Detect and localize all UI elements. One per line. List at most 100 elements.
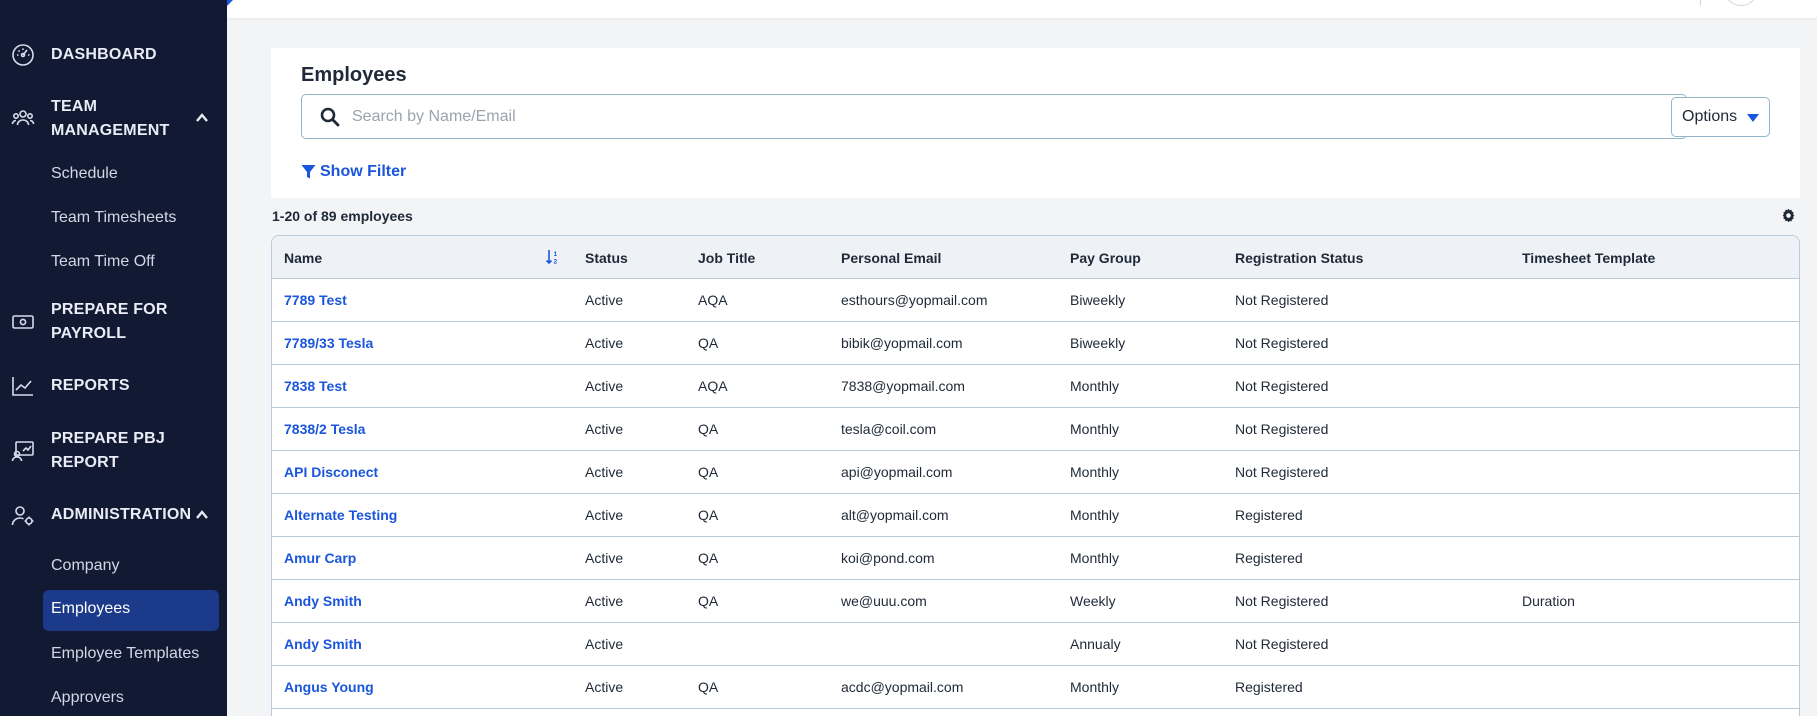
cell-name[interactable]: Andy Smith — [284, 636, 362, 652]
cell-name[interactable]: 7789 Test — [284, 292, 347, 308]
sort-icon[interactable]: 12 — [545, 249, 560, 266]
options-button[interactable]: Options — [1671, 97, 1770, 137]
cell-personal-email: we@uuu.com — [841, 593, 927, 609]
nav-prepare-for-payroll[interactable]: PREPARE FOR PAYROLL — [0, 298, 227, 346]
column-header-status[interactable]: Status — [585, 250, 628, 266]
svg-text:1: 1 — [554, 251, 558, 258]
nav-approvers[interactable]: Approvers — [51, 688, 124, 708]
cell-name[interactable]: API Disconect — [284, 464, 378, 480]
employees-table: Name 12 Status Job Title Personal Email … — [271, 235, 1800, 716]
caret-down-icon — [1747, 114, 1759, 122]
cell-status: Active — [585, 335, 624, 351]
cell-pay-group: Annualy — [1070, 636, 1121, 652]
cell-job-title: AQA — [698, 378, 728, 394]
nav-company[interactable]: Company — [51, 556, 119, 576]
cell-pay-group: Weekly — [1070, 593, 1116, 609]
cell-personal-email: alt@yopmail.com — [841, 507, 949, 523]
column-header-name[interactable]: Name — [284, 250, 322, 266]
cell-name[interactable]: 7838/2 Tesla — [284, 421, 365, 437]
cell-job-title: QA — [698, 550, 719, 566]
column-header-pay-group[interactable]: Pay Group — [1070, 250, 1141, 266]
cell-registration-status: Not Registered — [1235, 378, 1329, 394]
cell-name[interactable]: 7789/33 Tesla — [284, 335, 373, 351]
nav-reports-label: REPORTS — [51, 377, 130, 394]
nav-employees[interactable]: Employees — [43, 590, 219, 631]
payroll-icon — [10, 309, 36, 335]
pbj-icon — [10, 438, 36, 464]
cell-registration-status: Not Registered — [1235, 593, 1329, 609]
cell-job-title: QA — [698, 421, 719, 437]
employees-panel: Employees Options Show Filter — [271, 48, 1800, 198]
cell-registration-status: Not Registered — [1235, 292, 1329, 308]
cell-status: Active — [585, 550, 624, 566]
sidebar: DASHBOARD TEAM MANAGEMENT Schedule Team … — [0, 0, 227, 716]
table-row[interactable]: 7789/33 Tesla Active QA bibik@yopmail.com Bi… — [272, 322, 1799, 365]
table-row[interactable]: Andy Smith Active Annualy Not Registered — [272, 623, 1799, 666]
column-header-job-title[interactable]: Job Title — [698, 250, 755, 266]
cell-name[interactable]: Angus Young — [284, 679, 374, 695]
cell-registration-status: Not Registered — [1235, 636, 1329, 652]
gear-icon[interactable] — [1781, 208, 1796, 223]
nav-team-management-label-line1: TEAM — [51, 98, 98, 115]
column-header-registration-status[interactable]: Registration Status — [1235, 250, 1363, 266]
nav-team-timesheets[interactable]: Team Timesheets — [51, 208, 176, 228]
cell-job-title: QA — [698, 679, 719, 695]
nav-team-time-off[interactable]: Team Time Off — [51, 252, 155, 272]
nav-team-management[interactable]: TEAM MANAGEMENT — [0, 95, 227, 143]
top-bar-divider — [1700, 0, 1701, 6]
nav-schedule[interactable]: Schedule — [51, 164, 118, 184]
cell-name[interactable]: Alternate Testing — [284, 507, 397, 523]
cell-status: Active — [585, 679, 624, 695]
table-row[interactable]: API Disconect Active QA api@yopmail.com Mont… — [272, 451, 1799, 494]
table-header: Name 12 Status Job Title Personal Email … — [272, 236, 1799, 279]
column-header-personal-email[interactable]: Personal Email — [841, 250, 941, 266]
table-row[interactable]: 7838 Test Active AQA 7838@yopmail.com Monthl… — [272, 365, 1799, 408]
record-count: 1-20 of 89 employees — [272, 208, 413, 224]
cell-status: Active — [585, 507, 624, 523]
cell-job-title: AQA — [698, 292, 728, 308]
table-row[interactable]: Angus Young Active QA acdc@yopmail.com Month… — [272, 666, 1799, 709]
show-filter-label: Show Filter — [320, 163, 407, 180]
cell-name[interactable]: Andy Smith — [284, 593, 362, 609]
nav-reports[interactable]: REPORTS — [0, 373, 227, 399]
search-input[interactable] — [352, 106, 1652, 128]
cell-registration-status: Not Registered — [1235, 464, 1329, 480]
avatar[interactable] — [1724, 0, 1758, 6]
nav-dashboard[interactable]: DASHBOARD — [0, 42, 227, 68]
column-header-timesheet-template[interactable]: Timesheet Template — [1522, 250, 1655, 266]
table-row[interactable]: Amur Carp Active QA koi@pond.com Monthly Regi… — [272, 537, 1799, 580]
table-row[interactable]: Alternate Testing Active QA alt@yopmail.com… — [272, 494, 1799, 537]
top-bar — [227, 0, 1817, 18]
filter-icon — [301, 165, 316, 179]
cell-pay-group: Biweekly — [1070, 335, 1126, 351]
team-icon — [10, 105, 36, 131]
cell-name[interactable]: Amur Carp — [284, 550, 356, 566]
cell-registration-status: Not Registered — [1235, 335, 1329, 351]
search-icon — [320, 107, 340, 127]
nav-administration[interactable]: ADMINISTRATION — [0, 502, 227, 528]
cell-pay-group: Monthly — [1070, 550, 1120, 566]
table-row[interactable]: 7789 Test Active AQA esthours@yopmail.com Bi… — [272, 279, 1799, 322]
cell-status: Active — [585, 421, 624, 437]
nav-employee-templates[interactable]: Employee Templates — [51, 644, 199, 664]
dashboard-icon — [10, 42, 36, 68]
cell-registration-status: Registered — [1235, 507, 1303, 523]
cell-status: Active — [585, 378, 624, 394]
cell-job-title: QA — [698, 335, 719, 351]
cell-pay-group: Monthly — [1070, 507, 1120, 523]
cell-name[interactable]: 7838 Test — [284, 378, 347, 394]
top-bar-accent — [227, 0, 233, 6]
cell-status: Active — [585, 292, 624, 308]
table-row[interactable]: 7838/2 Tesla Active QA tesla@coil.com Monthl… — [272, 408, 1799, 451]
search-box[interactable] — [301, 94, 1687, 139]
show-filter-button[interactable]: Show Filter — [301, 162, 406, 182]
admin-icon — [10, 503, 36, 529]
chevron-up-icon[interactable] — [195, 111, 209, 125]
cell-job-title: QA — [698, 593, 719, 609]
nav-prepare-pbj-report[interactable]: PREPARE PBJ REPORT — [0, 427, 227, 475]
cell-personal-email: 7838@yopmail.com — [841, 378, 965, 394]
chevron-up-icon[interactable] — [195, 508, 209, 522]
cell-personal-email: koi@pond.com — [841, 550, 935, 566]
cell-status: Active — [585, 464, 624, 480]
table-row[interactable]: Andy Smith Active QA we@uuu.com Weekly Not Re… — [272, 580, 1799, 623]
